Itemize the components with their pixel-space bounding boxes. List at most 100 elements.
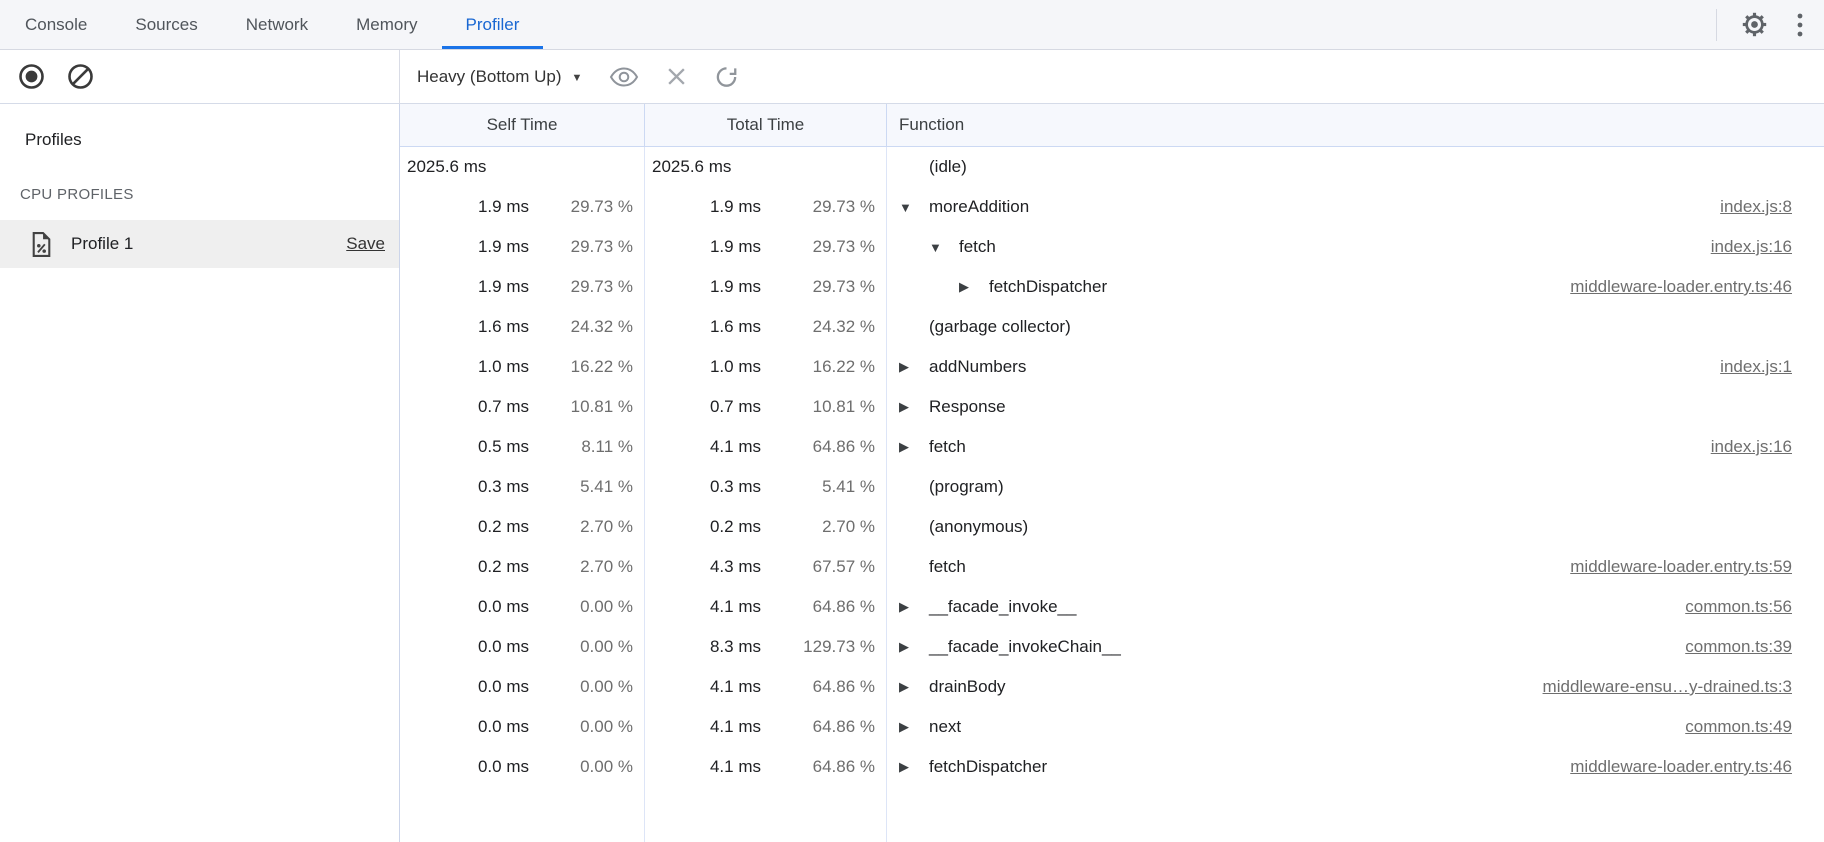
table-row[interactable]: 1.9 ms 29.73 % 1.9 ms 29.73 % ▼ fetch in…	[400, 227, 1824, 267]
table-row[interactable]: 1.9 ms 29.73 % 1.9 ms 29.73 % ▶ fetchDis…	[400, 267, 1824, 307]
tree-expand-icon[interactable]: ▶	[899, 679, 929, 695]
focus-button[interactable]	[609, 66, 639, 88]
table-row[interactable]: 0.0 ms 0.00 % 4.1 ms 64.86 % ▶ next comm…	[400, 707, 1824, 747]
source-link[interactable]: middleware-ensu…y-drained.ts:3	[1543, 677, 1792, 697]
table-row[interactable]: 0.2 ms 2.70 % 0.2 ms 2.70 % (anonymous)	[400, 507, 1824, 547]
function-name: next	[929, 717, 961, 737]
tab-console[interactable]: Console	[1, 0, 111, 49]
table-row[interactable]: 0.0 ms 0.00 % 4.1 ms 64.86 % ▶ drainBody…	[400, 667, 1824, 707]
record-button[interactable]	[18, 63, 45, 90]
table-row[interactable]: 1.9 ms 29.73 % 1.9 ms 29.73 % ▼ moreAddi…	[400, 187, 1824, 227]
self-time-cell: 0.2 ms 2.70 %	[400, 507, 645, 547]
function-name: (garbage collector)	[929, 317, 1071, 337]
self-time-cell: 1.6 ms 24.32 %	[400, 307, 645, 347]
more-options-button[interactable]	[1796, 12, 1804, 38]
tab-sources[interactable]: Sources	[111, 0, 221, 49]
clear-icon	[67, 63, 94, 90]
self-time-cell: 0.0 ms 0.00 %	[400, 707, 645, 747]
view-mode-dropdown[interactable]: Heavy (Bottom Up) ▼	[417, 67, 582, 87]
source-link[interactable]: middleware-loader.entry.ts:46	[1570, 757, 1792, 777]
total-time-ms: 1.6 ms	[657, 317, 761, 337]
function-cell: ▼ fetch index.js:16	[887, 227, 1824, 267]
source-link[interactable]: index.js:1	[1720, 357, 1792, 377]
table-row[interactable]: 1.6 ms 24.32 % 1.6 ms 24.32 % (garbage c…	[400, 307, 1824, 347]
function-name: fetchDispatcher	[929, 757, 1047, 777]
tree-expand-icon[interactable]: ▶	[899, 599, 929, 615]
restore-button[interactable]	[714, 64, 739, 89]
devtools-window: Console Sources Network Memory Profiler	[0, 0, 1824, 842]
table-row[interactable]: 0.7 ms 10.81 % 0.7 ms 10.81 % ▶ Response	[400, 387, 1824, 427]
self-time-ms: 0.2 ms	[411, 557, 529, 577]
function-cell: (garbage collector)	[887, 307, 1824, 347]
source-link[interactable]: common.ts:56	[1685, 597, 1792, 617]
settings-button[interactable]	[1741, 11, 1768, 38]
source-link[interactable]: index.js:16	[1711, 437, 1792, 457]
self-time-cell: 0.5 ms 8.11 %	[400, 427, 645, 467]
tree-expand-icon[interactable]: ▶	[899, 759, 929, 775]
total-time-pct: 29.73 %	[761, 277, 875, 297]
table-row[interactable]: 0.2 ms 2.70 % 4.3 ms 67.57 % fetch middl…	[400, 547, 1824, 587]
source-link[interactable]: common.ts:39	[1685, 637, 1792, 657]
function-name: (program)	[929, 477, 1004, 497]
total-time-ms: 1.9 ms	[657, 237, 761, 257]
table-row[interactable]: 0.5 ms 8.11 % 4.1 ms 64.86 % ▶ fetch ind…	[400, 427, 1824, 467]
table-row[interactable]: 0.0 ms 0.00 % 4.1 ms 64.86 % ▶ __facade_…	[400, 587, 1824, 627]
tree-expand-icon[interactable]: ▶	[899, 439, 929, 455]
total-time-ms: 4.1 ms	[657, 717, 761, 737]
self-time-pct: 2.70 %	[529, 517, 633, 537]
tree-expand-icon[interactable]: ▶	[899, 719, 929, 735]
function-name: moreAddition	[929, 197, 1029, 217]
grid-header: Self Time Total Time Function	[400, 104, 1824, 147]
total-time-ms: 4.3 ms	[657, 557, 761, 577]
table-row[interactable]: 2025.6 ms 2025.6 ms (idle)	[400, 147, 1824, 187]
main-area: Profiles CPU PROFILES Profile 1 Save Sel…	[0, 104, 1824, 842]
profile-list-item[interactable]: Profile 1 Save	[0, 220, 399, 268]
function-cell: ▶ fetch index.js:16	[887, 427, 1824, 467]
self-time-ms: 0.0 ms	[411, 637, 529, 657]
tree-expand-icon[interactable]: ▼	[929, 240, 959, 255]
source-link[interactable]: index.js:16	[1711, 237, 1792, 257]
total-time-cell: 1.9 ms 29.73 %	[645, 227, 887, 267]
panel-tabs: Console Sources Network Memory Profiler	[0, 0, 543, 49]
column-header-function[interactable]: Function	[887, 104, 1824, 146]
self-time-ms: 1.9 ms	[411, 277, 529, 297]
source-link[interactable]: index.js:8	[1720, 197, 1792, 217]
function-name: fetch	[929, 437, 966, 457]
source-link[interactable]: middleware-loader.entry.ts:59	[1570, 557, 1792, 577]
function-cell: ▶ __facade_invokeChain__ common.ts:39	[887, 627, 1824, 667]
function-name: fetchDispatcher	[989, 277, 1107, 297]
tab-memory[interactable]: Memory	[332, 0, 441, 49]
tab-profiler[interactable]: Profiler	[442, 0, 544, 49]
column-header-self-time[interactable]: Self Time	[400, 104, 645, 146]
self-time-cell: 0.0 ms 0.00 %	[400, 627, 645, 667]
table-row[interactable]: 0.0 ms 0.00 % 4.1 ms 64.86 % ▶ fetchDisp…	[400, 747, 1824, 787]
self-time-cell: 1.9 ms 29.73 %	[400, 187, 645, 227]
table-row[interactable]: 1.0 ms 16.22 % 1.0 ms 16.22 % ▶ addNumbe…	[400, 347, 1824, 387]
exclude-button[interactable]	[666, 66, 687, 87]
total-time-cell: 1.6 ms 24.32 %	[645, 307, 887, 347]
function-name: addNumbers	[929, 357, 1026, 377]
save-profile-link[interactable]: Save	[346, 234, 385, 254]
table-row[interactable]: 0.3 ms 5.41 % 0.3 ms 5.41 % (program)	[400, 467, 1824, 507]
self-time-ms: 0.7 ms	[411, 397, 529, 417]
tab-network[interactable]: Network	[222, 0, 332, 49]
function-name: __facade_invoke__	[929, 597, 1076, 617]
total-time-cell: 4.3 ms 67.57 %	[645, 547, 887, 587]
function-cell: ▶ fetchDispatcher middleware-loader.entr…	[887, 747, 1824, 787]
column-header-total-time[interactable]: Total Time	[645, 104, 887, 146]
tree-expand-icon[interactable]: ▶	[899, 359, 929, 375]
function-cell: (anonymous)	[887, 507, 1824, 547]
total-time-pct: 24.32 %	[761, 317, 875, 337]
tree-expand-icon[interactable]: ▼	[899, 200, 929, 215]
source-link[interactable]: common.ts:49	[1685, 717, 1792, 737]
function-name: (idle)	[929, 157, 967, 177]
self-time-pct: 0.00 %	[529, 637, 633, 657]
source-link[interactable]: middleware-loader.entry.ts:46	[1570, 277, 1792, 297]
total-time-cell: 4.1 ms 64.86 %	[645, 707, 887, 747]
total-time-ms: 8.3 ms	[657, 637, 761, 657]
tree-expand-icon[interactable]: ▶	[959, 279, 989, 295]
tree-expand-icon[interactable]: ▶	[899, 399, 929, 415]
tree-expand-icon[interactable]: ▶	[899, 639, 929, 655]
table-row[interactable]: 0.0 ms 0.00 % 8.3 ms 129.73 % ▶ __facade…	[400, 627, 1824, 667]
clear-profiles-button[interactable]	[67, 63, 94, 90]
